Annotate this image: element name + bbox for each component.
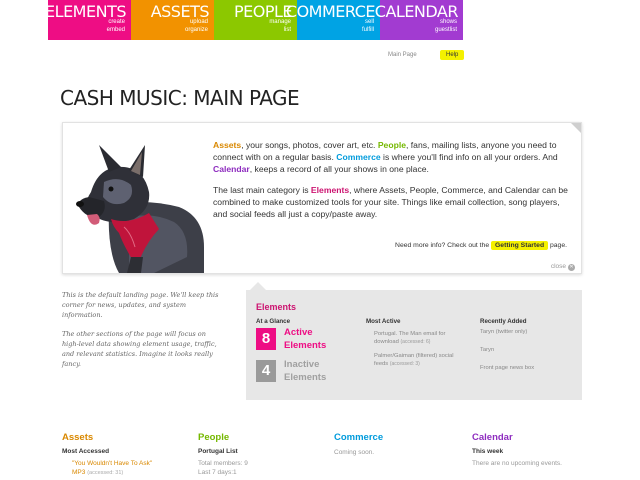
more-info-suffix: page.: [549, 242, 567, 249]
intro-paragraph-1: Assets, your songs, photos, cover art, e…: [213, 139, 573, 175]
most-accessed-asset[interactable]: "You Wouldn't Have To Ask" MP3 (accessed…: [62, 459, 192, 478]
intro-text: Assets, your songs, photos, cover art, e…: [213, 139, 573, 229]
keyword-highlight: Calendar: [213, 164, 250, 174]
intro-paragraph-2: The last main category is Elements, wher…: [213, 184, 573, 220]
nav-tab-people[interactable]: People manage list: [214, 0, 297, 40]
page-title: Cash Music: Main Page: [60, 86, 300, 110]
active-label-line: Elements: [284, 340, 327, 351]
recently-added-list: Taryn (twitter only) Taryn Front page ne…: [480, 328, 576, 378]
news-note-paragraph: This is the default landing page. We'll …: [62, 291, 219, 319]
nav-tab-sub: embed: [106, 27, 125, 33]
active-elements-label[interactable]: Active Elements: [284, 326, 326, 352]
inactive-label-line: Elements: [284, 372, 327, 383]
people-stat: Last 7 days:1: [198, 469, 237, 476]
close-icon: ✕: [568, 264, 575, 271]
close-label: close: [550, 263, 566, 270]
news-note: This is the default landing page. We'll …: [62, 290, 222, 378]
getting-started-link[interactable]: Getting Started: [491, 241, 549, 250]
commerce-status: Coming soon.: [334, 449, 375, 456]
active-count-badge: 8: [256, 328, 276, 350]
most-active-list: Portugal. The Man email for download (ac…: [374, 330, 466, 374]
panel-pointer: [250, 282, 266, 290]
nav-tab-sub: organize: [184, 27, 208, 33]
access-count: (accessed: 31): [87, 470, 124, 476]
nav-tab-sub: sell: [364, 19, 374, 25]
inactive-label-line: Inactive: [284, 359, 320, 370]
nav-tab-calendar[interactable]: Calendar shows guestlist: [375, 0, 463, 40]
nav-tab-sub: shows: [439, 19, 457, 25]
access-count: (accessed: 3): [389, 361, 420, 367]
active-label-line: Active: [284, 327, 313, 338]
inactive-elements-label[interactable]: Inactive Elements: [284, 358, 326, 384]
assets-column-title[interactable]: Assets: [62, 432, 192, 443]
nav-tab-sub: fulfill: [361, 27, 374, 33]
people-stat: Total members: 9: [198, 460, 248, 467]
recently-added-heading: Recently Added: [480, 318, 527, 325]
nav-tab-commerce[interactable]: Commerce sell fulfill: [286, 0, 380, 40]
dog-photo: [76, 145, 204, 273]
nav-tab-title: People: [233, 2, 293, 21]
more-info-prefix: Need more info? Check out the: [395, 242, 490, 249]
people-column: People Portugal List Total members: 9 La…: [198, 432, 328, 477]
text-run: , keeps a record of all your shows in on…: [249, 164, 429, 174]
nav-tab-sub: upload: [189, 19, 208, 25]
people-column-title[interactable]: People: [198, 432, 328, 443]
keyword-highlight: Elements: [310, 185, 350, 195]
nav-tab-assets[interactable]: Assets upload organize: [131, 0, 214, 40]
asset-name: "You Wouldn't Have To Ask": [72, 460, 153, 467]
main-page-link[interactable]: Main Page: [388, 52, 417, 58]
close-button[interactable]: close ✕: [551, 263, 575, 271]
intro-panel: Assets, your songs, photos, cover art, e…: [62, 122, 582, 274]
page-fold-corner: [571, 123, 581, 133]
elements-panel: Elements At a Glance 8 Active Elements 4…: [246, 282, 582, 400]
top-nav: Elements create embed Assets upload orga…: [45, 0, 463, 40]
at-a-glance-heading: At a Glance: [256, 318, 291, 325]
keyword-highlight: Assets: [213, 140, 242, 150]
news-note-paragraph: The other sections of the page will focu…: [62, 330, 217, 368]
help-button[interactable]: Help: [440, 50, 465, 60]
list-item[interactable]: Front page news box: [480, 364, 576, 372]
list-item[interactable]: Taryn (twitter only): [480, 328, 576, 336]
elements-panel-title: Elements: [256, 302, 297, 312]
nav-tab-title: Elements: [45, 2, 126, 21]
nav-tab-sub: list: [283, 27, 291, 33]
text-run: , your songs, photos, cover art, etc.: [241, 140, 378, 150]
nav-tab-title: Assets: [150, 2, 210, 21]
page: Elements create embed Assets upload orga…: [0, 0, 640, 480]
text-run: is where you'll find info on all your or…: [380, 152, 558, 162]
nav-tab-title: Calendar: [374, 2, 459, 21]
keyword-highlight: People: [377, 140, 406, 150]
inactive-count-badge: 4: [256, 360, 276, 382]
nav-tab-title: Commerce: [285, 2, 376, 21]
nav-tab-elements[interactable]: Elements create embed: [45, 0, 131, 40]
calendar-column-subtitle: This week: [472, 448, 504, 455]
asset-format: MP3: [72, 469, 86, 476]
list-item[interactable]: Taryn: [480, 346, 576, 354]
calendar-column: Calendar This week There are no upcoming…: [472, 432, 602, 468]
commerce-column-title[interactable]: Commerce: [334, 432, 464, 443]
keyword-highlight: Commerce: [336, 152, 381, 162]
calendar-column-title[interactable]: Calendar: [472, 432, 602, 443]
nav-tab-sub: guestlist: [434, 27, 457, 33]
text-run: The last main category is: [213, 185, 311, 195]
most-active-heading: Most Active: [366, 318, 401, 325]
calendar-status: There are no upcoming events.: [472, 460, 562, 467]
access-count: (accessed: 6): [400, 339, 431, 345]
list-item[interactable]: Palmer/Gaiman (filtered) social feeds (a…: [374, 352, 466, 368]
people-column-subtitle: Portugal List: [198, 448, 238, 455]
commerce-column: Commerce Coming soon.: [334, 432, 464, 457]
assets-column: Assets Most Accessed "You Wouldn't Have …: [62, 432, 192, 478]
more-info-line: Need more info? Check out the Getting St…: [395, 241, 567, 250]
list-item[interactable]: Portugal. The Man email for download (ac…: [374, 330, 466, 346]
assets-column-subtitle: Most Accessed: [62, 448, 110, 455]
nav-tab-sub: create: [108, 19, 125, 25]
